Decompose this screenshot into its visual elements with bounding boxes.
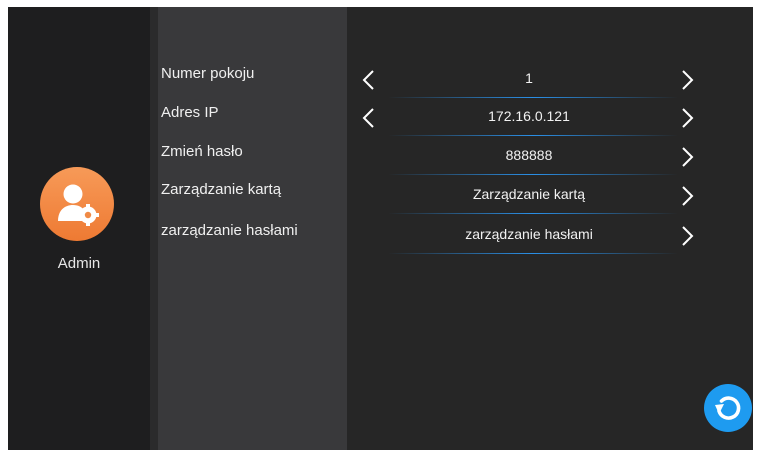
admin-user-gear-icon: [58, 184, 99, 226]
refresh-button[interactable]: [704, 384, 752, 432]
row-underline: [388, 213, 678, 214]
room-number-value: 1: [525, 70, 533, 86]
menu-item-room-number[interactable]: Numer pokoju: [161, 65, 254, 82]
card-management-value[interactable]: Zarządzanie kartą: [378, 186, 680, 202]
card-management-row: Zarządzanie kartą: [358, 181, 698, 214]
chevron-right-icon[interactable]: [676, 103, 698, 133]
menu-item-ip-address[interactable]: Adres IP: [161, 104, 219, 121]
chevron-left-icon[interactable]: [358, 65, 380, 95]
chevron-right-icon[interactable]: [676, 181, 698, 211]
ip-address-value: 172.16.0.121: [488, 108, 570, 124]
password-management-value[interactable]: zarządzanie hasłami: [378, 226, 680, 242]
row-underline: [388, 253, 678, 254]
settings-screen: Admin Numer pokoju Adres IP Zmień hasło …: [8, 7, 753, 450]
chevron-right-icon[interactable]: [676, 221, 698, 251]
room-number-row: 1: [358, 65, 698, 98]
settings-menu: Numer pokoju Adres IP Zmień hasło Zarząd…: [158, 7, 347, 450]
menu-item-change-password[interactable]: Zmień hasło: [161, 143, 243, 160]
refresh-icon: [715, 396, 741, 420]
menu-item-card-management[interactable]: Zarządzanie kartą: [161, 181, 281, 198]
chevron-left-icon[interactable]: [358, 103, 380, 133]
user-panel: Admin: [8, 7, 150, 450]
row-underline: [388, 135, 678, 136]
change-password-row: 888888: [358, 142, 698, 175]
menu-item-password-management[interactable]: zarządzanie hasłami: [161, 222, 298, 239]
password-management-row: zarządzanie hasłami: [358, 221, 698, 254]
admin-avatar: [40, 167, 114, 241]
chevron-right-icon[interactable]: [676, 142, 698, 172]
row-underline: [388, 97, 678, 98]
admin-label: Admin: [57, 255, 101, 272]
ip-address-row: 172.16.0.121: [358, 103, 698, 136]
row-underline: [388, 174, 678, 175]
panel-divider: [150, 7, 158, 450]
change-password-value: 888888: [505, 147, 553, 163]
chevron-right-icon[interactable]: [676, 65, 698, 95]
